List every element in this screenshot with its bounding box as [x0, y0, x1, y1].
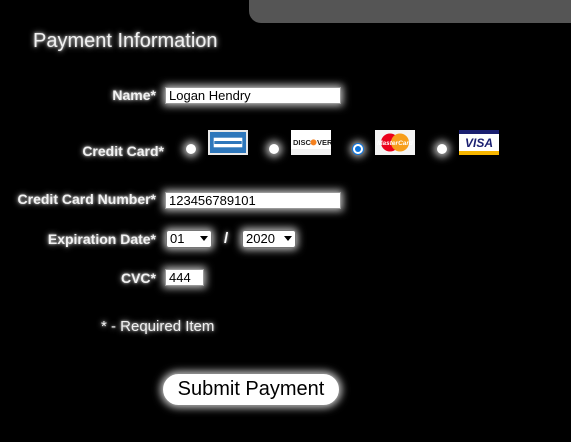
submit-payment-button[interactable]: Submit Payment [162, 373, 340, 406]
discover-radio[interactable] [268, 143, 280, 155]
required-note: * - Required Item [101, 318, 215, 335]
svg-text:DISC: DISC [293, 138, 312, 147]
discover-logo-icon: DISC VER [291, 130, 331, 155]
card-number-input[interactable]: 123456789101 [165, 192, 341, 209]
exp-year-select[interactable]: 2020 [242, 230, 296, 248]
mastercard-logo-icon: MasterCard [375, 130, 415, 155]
mastercard-radio[interactable] [352, 143, 364, 155]
card-number-label: Credit Card Number* [17, 191, 156, 207]
svg-text:MasterCard: MasterCard [377, 140, 414, 147]
credit-card-label: Credit Card* [82, 143, 164, 159]
top-bar [249, 0, 571, 23]
expiration-label: Expiration Date* [47, 231, 156, 247]
cvc-input[interactable]: 444 [165, 269, 204, 286]
chevron-down-icon [200, 236, 208, 241]
exp-year-value: 2020 [246, 231, 275, 246]
visa-radio[interactable] [436, 143, 448, 155]
expiration-separator: / [224, 230, 229, 247]
exp-month-value: 01 [170, 231, 185, 246]
chevron-down-icon [284, 236, 292, 241]
cvc-label: CVC* [120, 270, 156, 286]
visa-logo-icon: VISA [459, 130, 499, 155]
exp-month-select[interactable]: 01 [166, 230, 212, 248]
name-label: Name* [112, 87, 156, 103]
name-input[interactable]: Logan Hendry [165, 87, 341, 104]
page-title: Payment Information [33, 30, 218, 52]
amex-radio[interactable] [185, 143, 197, 155]
amex-logo-icon [208, 130, 248, 155]
svg-text:VISA: VISA [465, 136, 493, 150]
svg-text:VER: VER [317, 138, 331, 147]
